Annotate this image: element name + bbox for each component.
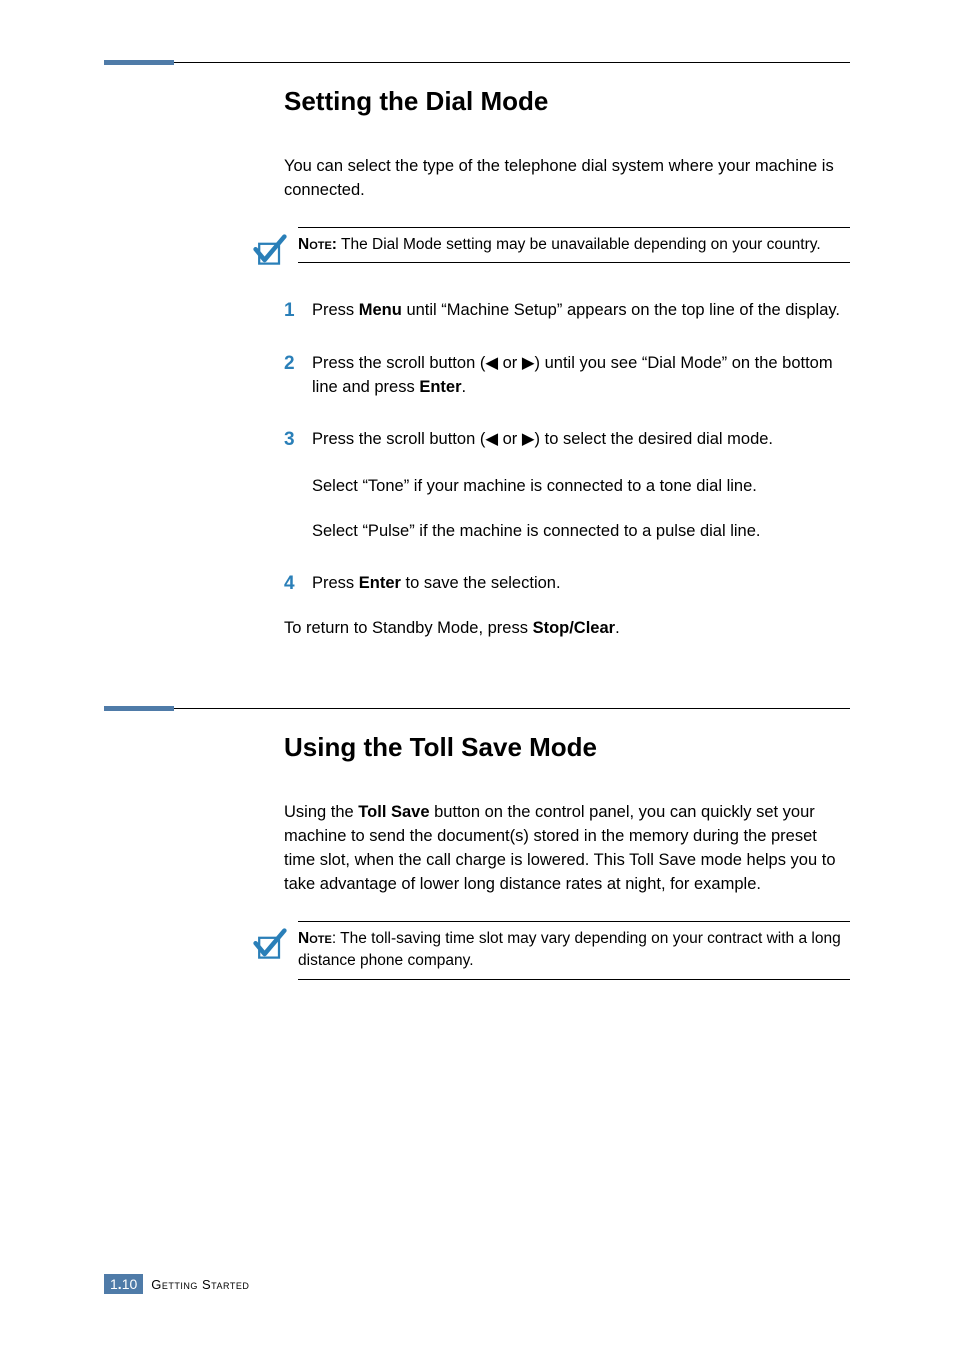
step-text: Press Menu until “Machine Setup” appears… xyxy=(312,299,840,323)
intro-text: Using the Toll Save button on the contro… xyxy=(284,801,850,897)
text-fragment: . xyxy=(462,378,467,396)
note-bottom-rule xyxy=(298,979,850,980)
page-footer: 1.10 Getting Started xyxy=(104,1274,249,1294)
text-fragment: to save the selection. xyxy=(401,574,561,592)
note-bottom-rule xyxy=(298,262,850,263)
section-divider xyxy=(104,62,850,63)
text-fragment: . xyxy=(615,619,620,637)
step-number: 1 xyxy=(284,299,312,324)
note-body: The Dial Mode setting may be unavailable… xyxy=(337,236,821,253)
closing-text: To return to Standby Mode, press Stop/Cl… xyxy=(284,619,850,638)
note-block: Note: The toll-saving time slot may vary… xyxy=(254,921,850,980)
step-number: 4 xyxy=(284,572,312,597)
note-text: Note: The toll-saving time slot may vary… xyxy=(298,928,850,973)
bold-keyword: Menu xyxy=(359,301,402,319)
section-divider xyxy=(104,708,850,709)
step-list: 1 Press Menu until “Machine Setup” appea… xyxy=(284,299,850,638)
section-toll-save-mode: Using the Toll Save Mode Using the Toll … xyxy=(104,708,850,980)
accent-bar xyxy=(104,706,174,711)
heading-toll-save-mode: Using the Toll Save Mode xyxy=(284,732,850,763)
note-label: Note xyxy=(298,930,332,947)
note-checkmark-icon xyxy=(252,927,288,963)
text-fragment: To return to Standby Mode, press xyxy=(284,619,533,637)
note-block: Note: The Dial Mode setting may be unava… xyxy=(254,227,850,263)
footer-label: Getting Started xyxy=(151,1277,249,1292)
chapter-number: 1 xyxy=(110,1276,118,1292)
step-2: 2 Press the scroll button (◀ or ▶) until… xyxy=(284,352,850,400)
heading-setting-dial-mode: Setting the Dial Mode xyxy=(284,86,850,117)
step-subtext: Select “Pulse” if the machine is connect… xyxy=(312,520,850,544)
section-setting-dial-mode: Setting the Dial Mode You can select the… xyxy=(104,62,850,638)
page-number: 10 xyxy=(122,1276,138,1292)
note-top-rule xyxy=(298,227,850,228)
note-label: Note: xyxy=(298,236,337,253)
intro-text: You can select the type of the telephone… xyxy=(284,155,850,203)
step-text: Press the scroll button (◀ or ▶) to sele… xyxy=(312,428,773,452)
step-1: 1 Press Menu until “Machine Setup” appea… xyxy=(284,299,850,324)
bold-keyword: Enter xyxy=(419,378,461,396)
text-fragment: Press xyxy=(312,301,359,319)
text-fragment: until “Machine Setup” appears on the top… xyxy=(402,301,840,319)
step-text: Press the scroll button (◀ or ▶) until y… xyxy=(312,352,850,400)
text-fragment: Press xyxy=(312,574,359,592)
step-4: 4 Press Enter to save the selection. xyxy=(284,572,850,597)
step-number: 2 xyxy=(284,352,312,377)
note-top-rule xyxy=(298,921,850,922)
bold-keyword: Toll Save xyxy=(358,803,429,821)
text-fragment: Using the xyxy=(284,803,358,821)
accent-bar xyxy=(104,60,174,65)
page-number-box: 1.10 xyxy=(104,1274,143,1294)
note-text: Note: The Dial Mode setting may be unava… xyxy=(298,234,850,256)
manual-page: Setting the Dial Mode You can select the… xyxy=(0,0,954,1346)
step-subtext: Select “Tone” if your machine is connect… xyxy=(312,475,850,499)
body-column: Using the Toll Save button on the contro… xyxy=(284,801,850,897)
body-column: You can select the type of the telephone… xyxy=(284,155,850,203)
text-fragment: Press the scroll button (◀ or ▶) until y… xyxy=(312,354,833,396)
bold-keyword: Stop/Clear xyxy=(533,619,616,637)
note-body: : The toll-saving time slot may vary dep… xyxy=(298,930,841,969)
step-3: 3 Press the scroll button (◀ or ▶) to se… xyxy=(284,428,850,453)
step-text: Press Enter to save the selection. xyxy=(312,572,561,596)
bold-keyword: Enter xyxy=(359,574,401,592)
step-number: 3 xyxy=(284,428,312,453)
note-checkmark-icon xyxy=(252,233,288,269)
